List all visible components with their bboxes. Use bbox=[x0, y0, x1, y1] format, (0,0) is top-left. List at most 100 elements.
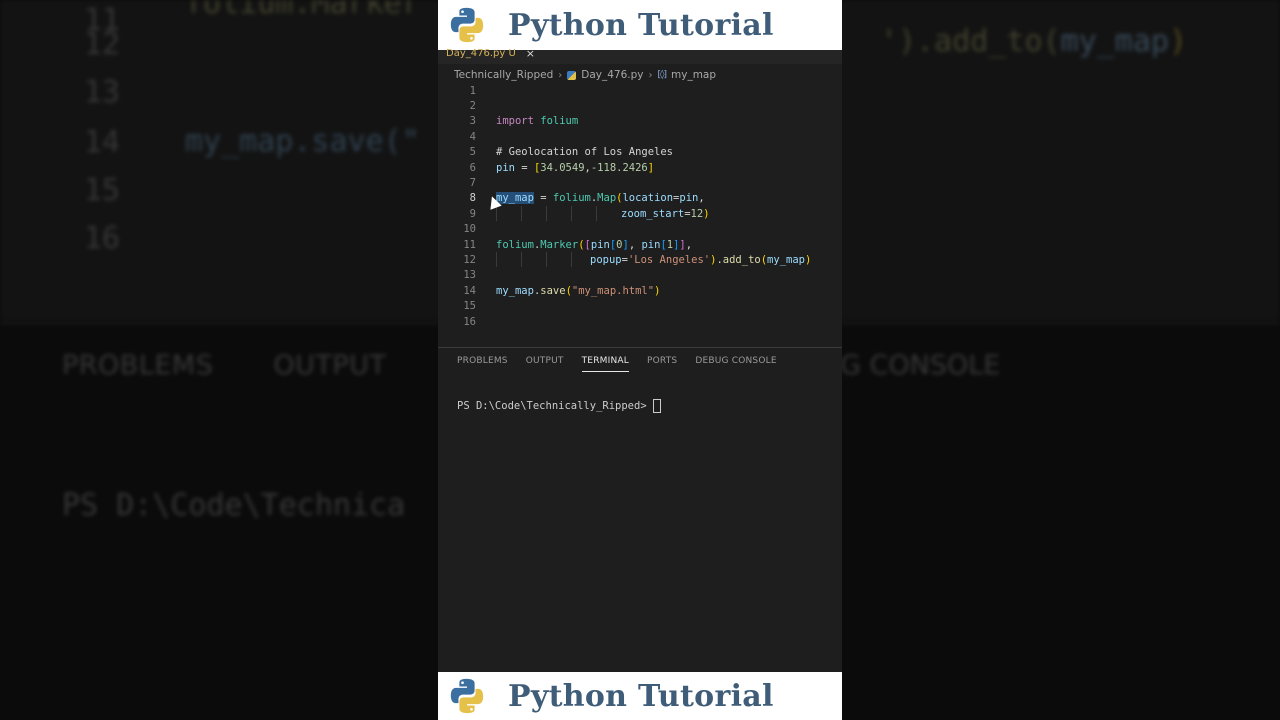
token-class: Marker bbox=[540, 238, 579, 251]
line-number: 5 bbox=[469, 146, 476, 159]
panel-separator[interactable] bbox=[438, 347, 842, 348]
token-variable: my_map bbox=[767, 253, 805, 266]
line-number: 10 bbox=[463, 223, 476, 236]
token-variable-selected: my_map bbox=[496, 192, 534, 205]
token-module: folium bbox=[496, 238, 534, 251]
symbol-icon: [◊] bbox=[657, 70, 668, 80]
bg-line-number: 15 bbox=[83, 172, 120, 208]
bg-line-16: 16 bbox=[60, 214, 184, 262]
python-logo-icon bbox=[450, 7, 484, 43]
banner-title: Python Tutorial bbox=[508, 678, 774, 714]
code-line: 6 pin = [34.0549,-118.2426] bbox=[438, 160, 842, 175]
code-text: folium.Marker([pin[0], pin[1]], bbox=[496, 239, 692, 251]
banner-title: Python Tutorial bbox=[508, 7, 774, 43]
code-line: 11 folium.Marker([pin[0], pin[1]], bbox=[438, 237, 842, 252]
bg-code-call: ).add_to( bbox=[898, 24, 1061, 59]
token-operator: = bbox=[514, 161, 534, 174]
line-number: 2 bbox=[469, 99, 476, 112]
token-punct: , bbox=[685, 238, 693, 251]
code-line: 12 popup='Los Angeles').add_to(my_map) bbox=[438, 252, 842, 268]
code-line: 14 my_map.save("my_map.html") bbox=[438, 283, 842, 298]
line-number: 7 bbox=[469, 176, 476, 189]
token-function: add_to bbox=[722, 253, 761, 266]
line-number: 1 bbox=[469, 84, 476, 97]
code-line: 5 # Geolocation of Los Angeles bbox=[438, 145, 842, 160]
line-number: 15 bbox=[463, 300, 476, 313]
panel-tabs: PROBLEMS OUTPUT TERMINAL PORTS DEBUG CON… bbox=[457, 356, 777, 372]
breadcrumb-item-folder[interactable]: Technically_Ripped bbox=[454, 69, 553, 81]
bg-code-var: my_map bbox=[1060, 24, 1169, 59]
bg-code-str: ' bbox=[880, 24, 899, 59]
close-icon[interactable]: × bbox=[526, 47, 535, 60]
token-keyword: import bbox=[496, 115, 534, 128]
bg-panel-tabs: PROBLEMS OUTPUT T bbox=[62, 350, 463, 381]
breadcrumb: Technically_Ripped › Day_476.py › [◊] my… bbox=[454, 68, 716, 82]
code-line: 2 bbox=[438, 98, 842, 113]
line-number: 8 bbox=[469, 192, 476, 205]
code-line: 9 zoom_start=12) bbox=[438, 206, 842, 222]
vscode-frame: Python Tutorial Day_476.py U × Technical… bbox=[438, 0, 842, 720]
line-number: 11 bbox=[463, 238, 476, 251]
line-number: 9 bbox=[469, 207, 476, 220]
bg-line-15: 15 bbox=[60, 166, 184, 214]
code-line: 10 bbox=[438, 222, 842, 237]
code-line: 4 bbox=[438, 129, 842, 144]
bg-code-line-12-tail: ').add_to(my_map) bbox=[880, 24, 1187, 59]
bg-line-number: 13 bbox=[83, 74, 120, 110]
tab-debug-console[interactable]: DEBUG CONSOLE bbox=[695, 356, 776, 370]
token-variable: pin bbox=[679, 192, 699, 205]
code-line: 7 bbox=[438, 175, 842, 190]
token-string: "my_map.html" bbox=[571, 284, 655, 297]
token-arg: popup bbox=[590, 253, 622, 266]
token-number: -118.2426 bbox=[590, 161, 648, 174]
tab-ports[interactable]: PORTS bbox=[647, 356, 677, 370]
code-text: popup='Los Angeles').add_to(my_map) bbox=[590, 254, 811, 266]
tab-problems[interactable]: PROBLEMS bbox=[457, 356, 508, 370]
bg-line-number: 12 bbox=[83, 26, 120, 62]
terminal[interactable]: PS D:\Code\Technically_Ripped> bbox=[457, 399, 661, 413]
bg-line-12: 12 bbox=[60, 20, 184, 68]
token-variable: pin bbox=[641, 238, 661, 251]
terminal-cursor bbox=[652, 399, 661, 413]
indent-guides bbox=[496, 252, 596, 268]
token-arg: zoom_start bbox=[621, 207, 685, 220]
code-text: my_map.save("my_map.html") bbox=[496, 285, 660, 297]
code-text: pin = [34.0549,-118.2426] bbox=[496, 162, 654, 174]
line-number: 14 bbox=[463, 284, 476, 297]
bg-line-14: 14 bbox=[60, 118, 184, 166]
token-punct: , bbox=[628, 238, 642, 251]
chevron-right-icon: › bbox=[558, 69, 563, 81]
terminal-prompt: PS D:\Code\Technically_Ripped> bbox=[457, 400, 647, 412]
tab-day-476[interactable]: Day_476.py U × bbox=[446, 46, 535, 60]
bg-tab: PROBLEMS bbox=[62, 350, 214, 381]
line-number: 6 bbox=[469, 161, 476, 174]
token-function: save bbox=[540, 284, 566, 297]
line-number: 4 bbox=[469, 130, 476, 143]
code-line: 1 bbox=[438, 83, 842, 98]
token-number: 12 bbox=[690, 207, 704, 220]
bottom-banner: Python Tutorial bbox=[438, 672, 842, 720]
tab-terminal[interactable]: TERMINAL bbox=[581, 356, 630, 372]
bg-code-line-14: my_map.save(" bbox=[185, 124, 420, 159]
token-bracket: ) bbox=[804, 253, 812, 266]
token-module: folium bbox=[552, 192, 591, 205]
editor-tab-strip: Day_476.py U × bbox=[438, 47, 842, 64]
code-text: import folium bbox=[496, 115, 578, 127]
code-text: my_map = folium.Map(location=pin, bbox=[496, 192, 705, 205]
code-text: zoom_start=12) bbox=[621, 208, 710, 220]
token-string: 'Los Angeles' bbox=[627, 253, 711, 266]
tab-output[interactable]: OUTPUT bbox=[526, 356, 564, 370]
token-bracket: ) bbox=[654, 284, 661, 297]
code-line: 15 bbox=[438, 299, 842, 314]
line-number: 12 bbox=[463, 253, 476, 266]
bg-line-number: 16 bbox=[83, 220, 120, 256]
python-logo-icon bbox=[450, 678, 484, 714]
top-banner: Python Tutorial bbox=[438, 0, 842, 50]
breadcrumb-item-symbol[interactable]: my_map bbox=[671, 69, 716, 81]
code-line: 13 bbox=[438, 268, 842, 283]
line-number: 3 bbox=[469, 115, 476, 128]
token-variable: pin bbox=[496, 161, 515, 174]
token-punct: , bbox=[698, 192, 705, 205]
bg-line-13: 13 bbox=[60, 68, 184, 116]
breadcrumb-item-file[interactable]: Day_476.py bbox=[581, 69, 643, 81]
